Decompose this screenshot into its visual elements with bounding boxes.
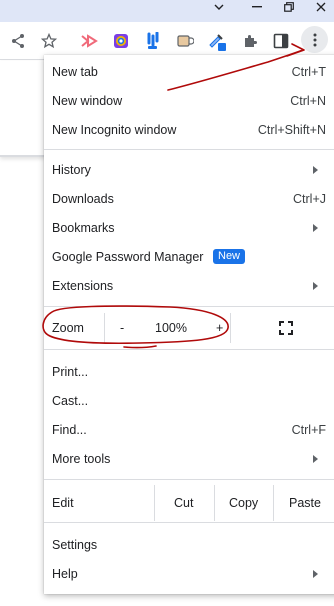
menu-item-label: Downloads [52,191,114,206]
chevron-down-icon[interactable] [209,0,229,14]
menu-item-extensions[interactable]: Extensions [44,271,334,300]
menu-item-more-tools[interactable]: More tools [44,444,334,473]
menu-item-label: New Incognito window [52,122,177,137]
page-divider [0,155,46,156]
menu-separator [44,306,334,307]
menu-row-edit: Edit Cut Copy Paste [44,485,334,521]
minimize-icon[interactable] [247,0,267,14]
menu-item-label: Print... [52,364,89,379]
menu-item-label: More tools [52,451,111,466]
menu-item-label: Settings [52,537,98,552]
menu-separator [44,349,334,350]
menu-separator [44,479,334,480]
star-icon[interactable] [39,31,59,51]
zoom-label: Zoom [52,321,84,335]
title-bar [0,0,334,22]
submenu-arrow-icon [313,570,318,578]
menu-item-label: New window [52,93,123,108]
restore-icon[interactable] [279,0,299,14]
zoom-in-button[interactable]: + [216,321,223,335]
menu-item-label: New tab [52,64,98,79]
menu-separator [44,522,334,523]
menu-item-shortcut: Ctrl+Shift+N [257,122,326,137]
menu-item-label: Google Password Manager [52,249,204,264]
menu-item-new-window[interactable]: New window Ctrl+N [44,86,334,115]
menu-item-shortcut: Ctrl+J [293,191,326,206]
zoom-divider [104,313,105,343]
more-menu-icon[interactable] [301,26,328,53]
zoom-divider [230,313,231,343]
menu-item-shortcut: Ctrl+N [290,93,326,108]
menu-item-label: Cast... [52,393,89,408]
paste-button[interactable]: Paste [289,496,321,510]
edit-divider [273,485,274,521]
menu-item-shortcut: Ctrl+T [291,64,326,79]
copy-button[interactable]: Copy [229,496,258,510]
menu-item-help[interactable]: Help [44,559,334,588]
edit-label: Edit [52,496,74,510]
menu-item-history[interactable]: History [44,155,334,184]
menu-separator [44,149,334,150]
menu-item-label: Extensions [52,278,114,293]
side-panel-icon[interactable] [271,31,291,51]
submenu-arrow-icon [313,224,318,232]
extension-colorful-icon[interactable] [111,31,131,51]
extension-arrow-icon[interactable] [79,31,99,51]
menu-row-zoom: Zoom - 100% + [44,313,334,343]
browser-main-menu: New tab Ctrl+T New window Ctrl+N New Inc… [44,55,334,594]
menu-item-label: Help [52,566,78,581]
edit-divider [154,485,155,521]
menu-item-label: Bookmarks [52,220,115,235]
menu-item-new-tab[interactable]: New tab Ctrl+T [44,57,334,86]
extension-eyedropper-icon[interactable] [207,31,227,51]
submenu-arrow-icon [313,282,318,290]
edit-divider [214,485,215,521]
close-icon[interactable] [311,0,331,14]
zoom-value: 100% [155,321,187,335]
menu-item-new-incognito-window[interactable]: New Incognito window Ctrl+Shift+N [44,115,334,144]
menu-item-cast[interactable]: Cast... [44,386,334,415]
page-background-panel [0,61,46,157]
cut-button[interactable]: Cut [174,496,193,510]
menu-item-print[interactable]: Print... [44,357,334,386]
extension-blue-icon[interactable] [143,31,163,51]
zoom-out-button[interactable]: - [120,321,124,335]
puzzle-icon[interactable] [241,31,261,51]
menu-item-shortcut: Ctrl+F [291,422,326,437]
submenu-arrow-icon [313,455,318,463]
submenu-arrow-icon [313,166,318,174]
menu-item-label: History [52,162,91,177]
fullscreen-icon[interactable] [278,320,294,336]
menu-item-label: Find... [52,422,87,437]
new-badge: New [213,249,246,264]
menu-item-password-manager[interactable]: Google Password Manager New [44,242,334,271]
menu-item-settings[interactable]: Settings [44,530,334,559]
share-icon[interactable] [8,31,28,51]
menu-item-downloads[interactable]: Downloads Ctrl+J [44,184,334,213]
extension-cup-icon[interactable] [175,31,195,51]
menu-item-bookmarks[interactable]: Bookmarks [44,213,334,242]
menu-item-find[interactable]: Find... Ctrl+F [44,415,334,444]
